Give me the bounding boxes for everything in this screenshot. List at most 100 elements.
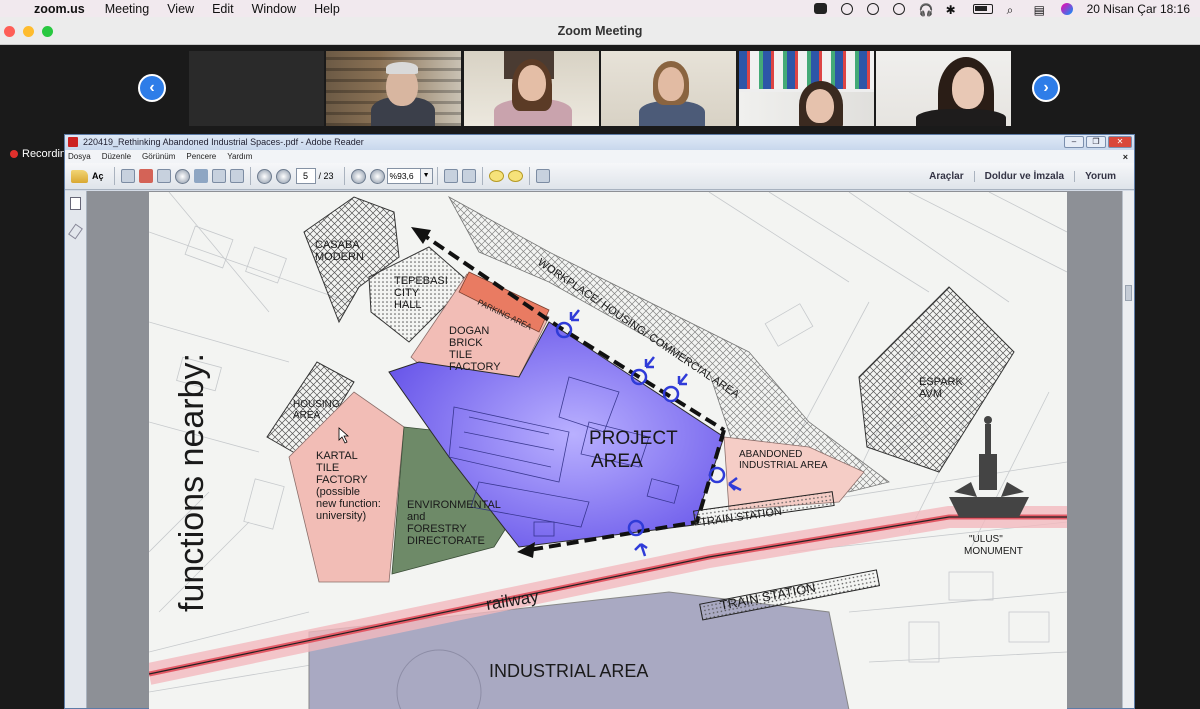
siri-icon[interactable] (1060, 2, 1073, 15)
reader-right-panels: Araçlar Doldur ve İmzala Yorum (919, 163, 1126, 190)
recording-dot-icon (10, 150, 18, 158)
label-dogan-line2: BRICK (449, 337, 483, 349)
zoom-out-icon[interactable] (350, 168, 366, 184)
zoom-level-input[interactable]: %93,6 (386, 168, 421, 184)
reader-menu-window[interactable]: Pencere (186, 152, 216, 161)
time-machine-icon[interactable] (892, 2, 905, 15)
minimize-window-button[interactable] (23, 26, 34, 37)
label-environmental-line3: FORESTRY (407, 523, 467, 535)
page-thumbnails-icon[interactable] (70, 197, 81, 210)
export-pdf-icon[interactable] (138, 169, 153, 183)
menu-window[interactable]: Window (252, 2, 296, 16)
industrial-area-zone (308, 591, 850, 709)
gallery-prev-button[interactable]: ‹ (138, 74, 166, 102)
close-window-button[interactable] (4, 26, 15, 37)
control-center-icon[interactable]: ▤ (1034, 3, 1047, 17)
create-pdf-icon[interactable] (120, 169, 135, 183)
reader-minimize-button[interactable]: – (1064, 136, 1084, 148)
sync-icon[interactable] (866, 2, 879, 15)
save-icon[interactable] (193, 169, 208, 183)
zoom-dropdown-icon[interactable]: ▼ (420, 168, 433, 184)
pdf-page: functions nearby: CASABA MODERN TEPEBASI… (149, 192, 1067, 709)
recording-indicator[interactable]: Recording (10, 148, 72, 160)
menu-edit[interactable]: Edit (212, 2, 234, 16)
label-ulus-line1: "ULUS" (969, 534, 1003, 545)
label-abandoned-line2: INDUSTRIAL AREA (739, 460, 828, 471)
print-icon[interactable] (211, 169, 226, 183)
zoom-tray-icon[interactable] (813, 3, 827, 14)
zoom-in-icon[interactable] (369, 168, 385, 184)
comment-icon[interactable] (488, 170, 504, 182)
document-scrollbar[interactable] (1122, 191, 1134, 708)
reader-menu-view[interactable]: Görünüm (142, 152, 175, 161)
label-tepebasi-line1: TEPEBASI (394, 275, 448, 287)
fit-width-icon[interactable] (461, 169, 476, 183)
pdf-icon (68, 137, 78, 147)
attachments-icon[interactable] (68, 223, 83, 240)
menubar-clock[interactable]: 20 Nisan Çar 18:16 (1087, 2, 1190, 16)
adobe-reader-window: 220419_Rethinking Abandoned Industrial S… (64, 134, 1135, 709)
email-icon[interactable] (229, 169, 244, 183)
boundary-arrow-top-icon (411, 227, 431, 244)
creative-cloud-icon[interactable] (840, 2, 853, 15)
label-espark-line1: ESPARK (919, 376, 963, 388)
bluetooth-icon[interactable]: ✱ (946, 3, 959, 17)
reader-close-button[interactable]: ✕ (1108, 136, 1132, 148)
label-abandoned-line1: ABANDONED (739, 449, 802, 460)
label-environmental-line2: and (407, 511, 425, 523)
site-map: functions nearby: CASABA MODERN TEPEBASI… (149, 192, 1067, 709)
menu-meeting[interactable]: Meeting (105, 2, 149, 16)
page-number-input[interactable]: 5 (295, 168, 316, 184)
menu-help[interactable]: Help (314, 2, 340, 16)
label-kartal-line6: university) (316, 510, 366, 522)
label-industrial-area: INDUSTRIAL AREA (489, 661, 648, 681)
headphones-icon[interactable]: 🎧 (919, 3, 934, 17)
label-kartal-line2: TILE (316, 462, 339, 474)
macos-menubar: zoom.us Meeting View Edit Window Help 🎧 … (0, 0, 1200, 17)
participant-gallery: ‹ › (0, 45, 1200, 133)
edit-pdf-icon[interactable] (156, 169, 171, 183)
menu-app-name[interactable]: zoom.us (34, 2, 85, 16)
participant-tile-3[interactable] (464, 51, 599, 126)
label-casaba-line2: MODERN (315, 251, 364, 263)
zoom-window-button[interactable] (42, 26, 53, 37)
highlight-icon[interactable] (507, 170, 523, 182)
label-tepebasi-line2: CITY (394, 287, 420, 299)
label-dogan-line4: FACTORY (449, 361, 501, 373)
scrollbar-thumb[interactable] (1125, 285, 1132, 301)
next-page-icon[interactable] (275, 168, 291, 184)
battery-icon[interactable] (972, 3, 993, 14)
fill-sign-panel-button[interactable]: Doldur ve İmzala (973, 171, 1074, 182)
open-label[interactable]: Aç (92, 171, 104, 181)
reader-menu-edit[interactable]: Düzenle (102, 152, 131, 161)
participant-tile-5[interactable] (739, 51, 874, 126)
expand-icon[interactable] (535, 169, 550, 183)
comment-panel-button[interactable]: Yorum (1074, 171, 1126, 182)
search-icon[interactable]: ⌕ (1007, 3, 1020, 17)
open-folder-icon[interactable] (71, 169, 88, 183)
gallery-next-button[interactable]: › (1032, 74, 1060, 102)
close-document-icon[interactable]: × (1123, 152, 1128, 162)
label-dogan-line1: DOGAN (449, 325, 489, 337)
reader-menu-help[interactable]: Yardım (227, 152, 252, 161)
participant-tile-4[interactable] (601, 51, 736, 126)
cloud-upload-icon[interactable] (174, 168, 190, 184)
fit-page-icon[interactable] (443, 169, 458, 183)
participant-tile-1[interactable] (189, 51, 324, 126)
reader-restore-button[interactable]: ❐ (1086, 136, 1106, 148)
participant-tile-2[interactable] (326, 51, 461, 126)
reader-navigation-pane (65, 191, 87, 708)
toolbar-separator (343, 167, 345, 185)
map-side-title: functions nearby: (173, 353, 211, 612)
chevron-right-icon: › (1043, 79, 1049, 96)
reader-menu-file[interactable]: Dosya (68, 152, 91, 161)
tools-panel-button[interactable]: Araçlar (919, 171, 973, 182)
label-kartal-line1: KARTAL (316, 450, 358, 462)
reader-toolbar: Aç 5 / 23 %93,6 ▼ Araçlar Doldur ve İmza… (65, 163, 1134, 190)
label-kartal-line3: FACTORY (316, 474, 368, 486)
menu-view[interactable]: View (167, 2, 194, 16)
previous-page-icon[interactable] (256, 168, 272, 184)
participant-tile-6[interactable] (876, 51, 1011, 126)
label-casaba-line1: CASABA (315, 239, 360, 251)
document-viewport[interactable]: functions nearby: CASABA MODERN TEPEBASI… (87, 191, 1122, 709)
